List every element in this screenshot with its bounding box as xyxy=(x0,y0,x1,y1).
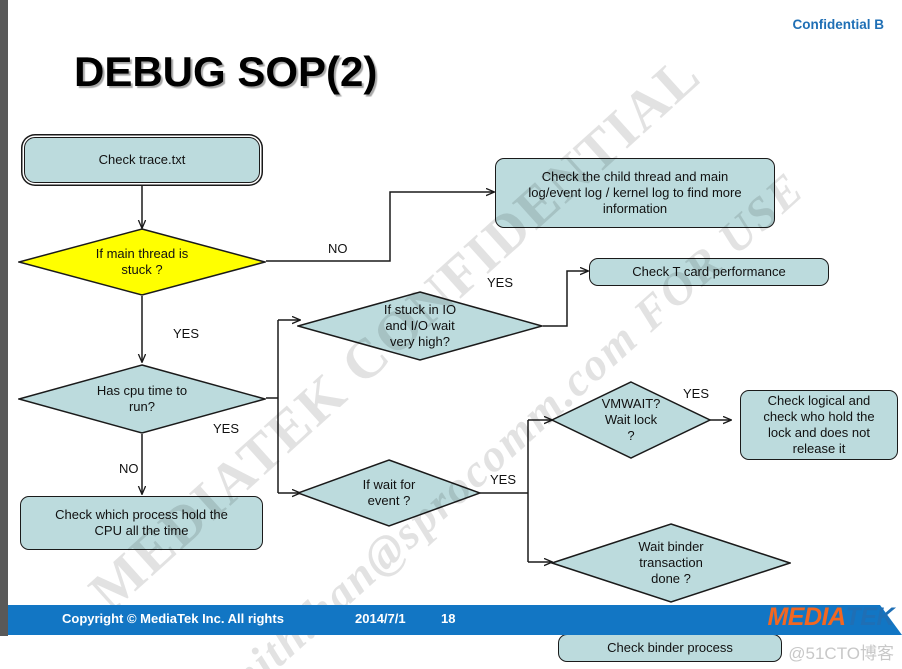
node-main-thread-stuck[interactable]: If main thread is stuck ? xyxy=(18,228,266,296)
node-wait-binder[interactable]: Wait binder transaction done ? xyxy=(551,523,791,603)
node-wait-binder-label: Wait binder transaction done ? xyxy=(638,539,704,586)
node-vmwait-lock-label: VMWAIT? Wait lock ? xyxy=(601,396,661,443)
node-main-thread-stuck-label: If main thread is stuck ? xyxy=(95,246,189,277)
edge-label-no-cpu: NO xyxy=(119,461,139,476)
edge-label-yes-event: YES xyxy=(490,472,517,487)
page-title: DEBUG SOP(2) xyxy=(74,48,378,95)
node-check-logical[interactable]: Check logical and check who hold the loc… xyxy=(740,390,898,460)
logo-media-text: MEDIA xyxy=(767,602,846,631)
node-check-which-process[interactable]: Check which process hold the CPU all the… xyxy=(20,496,263,550)
mediatek-logo: MEDIA TEK xyxy=(749,601,894,633)
node-stuck-in-io-label: If stuck in IO and I/O wait very high? xyxy=(383,302,457,349)
slide-canvas: NO YES YES YES NO YES YES DEBUG SOP(2) C… xyxy=(0,0,902,669)
node-wait-for-event-label: If wait for event ? xyxy=(362,477,416,508)
edge-label-no-main-thread: NO xyxy=(328,241,348,256)
node-stuck-in-io[interactable]: If stuck in IO and I/O wait very high? xyxy=(297,291,543,361)
footer-page-number: 18 xyxy=(441,611,456,626)
site-watermark: @51CTO博客 xyxy=(788,644,894,663)
edge-label-yes-io: YES xyxy=(487,275,514,290)
node-vmwait-lock[interactable]: VMWAIT? Wait lock ? xyxy=(551,381,711,459)
confidential-badge: Confidential B xyxy=(792,17,885,32)
node-check-binder-process[interactable]: Check binder process xyxy=(558,634,782,662)
edge-label-yes-main-thread: YES xyxy=(173,326,200,341)
node-has-cpu-time[interactable]: Has cpu time to run? xyxy=(18,364,266,434)
logo-triangle-icon xyxy=(749,607,763,627)
logo-tek-text: TEK xyxy=(845,602,895,631)
node-check-trace[interactable]: Check trace.txt xyxy=(24,137,260,183)
node-wait-for-event[interactable]: If wait for event ? xyxy=(297,459,481,527)
node-check-t-card[interactable]: Check T card performance xyxy=(589,258,829,286)
footer-date: 2014/7/1 xyxy=(355,611,406,626)
node-has-cpu-time-label: Has cpu time to run? xyxy=(96,383,188,414)
footer-copyright: Copyright © MediaTek Inc. All rights xyxy=(62,611,284,626)
node-check-child-thread[interactable]: Check the child thread and main log/even… xyxy=(495,158,775,228)
